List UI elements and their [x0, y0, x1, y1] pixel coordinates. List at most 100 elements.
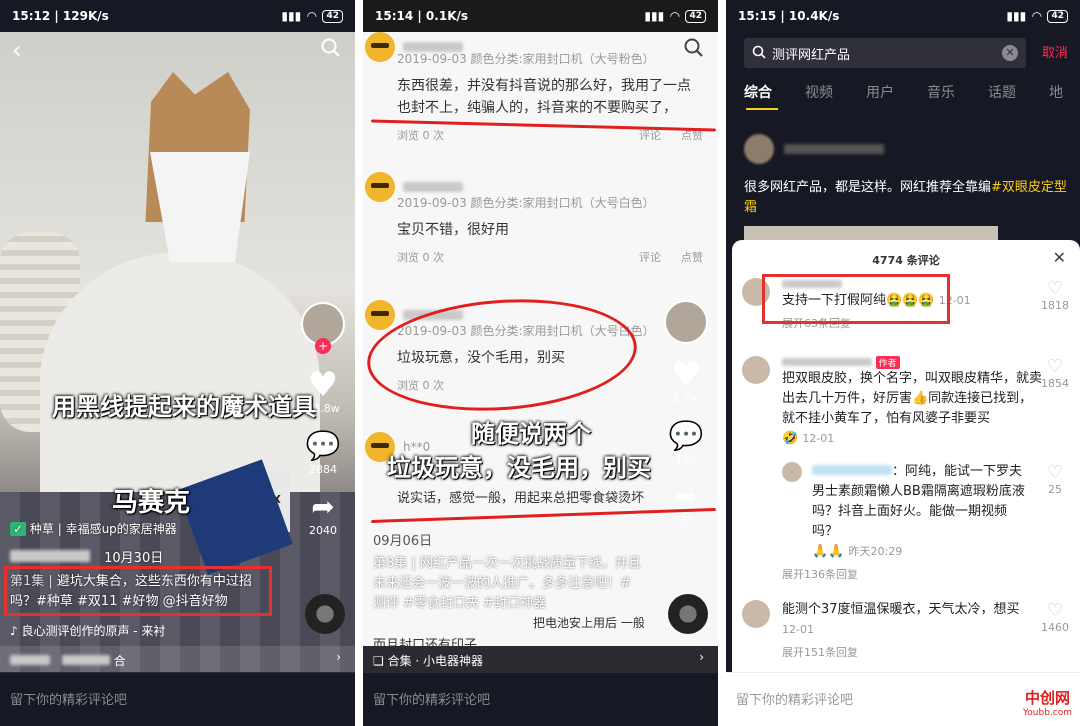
avatar[interactable]: [664, 300, 708, 344]
result-author[interactable]: [744, 134, 884, 164]
close-icon[interactable]: ✕: [1053, 248, 1066, 267]
signal-icon: ▮▮▮: [281, 9, 302, 23]
watermark: 中创网 Youbb.com: [1023, 687, 1072, 718]
comment-count-title: 4774 条评论: [872, 254, 940, 267]
share-count: 33: [679, 514, 693, 527]
collection-bar[interactable]: 合 ›: [0, 646, 355, 674]
wifi-icon: ◠: [1032, 9, 1042, 23]
heart-icon[interactable]: ♡: [1038, 462, 1072, 483]
search-icon[interactable]: [321, 38, 341, 62]
review-comment-button[interactable]: 评论: [639, 249, 661, 265]
collection-suffix: 合: [113, 654, 126, 668]
heart-icon[interactable]: ♡: [1038, 278, 1072, 299]
plant-tag[interactable]: ✓ 种草 | 幸福感up的家居神器: [10, 519, 177, 539]
share-button[interactable]: ➦ 2040: [299, 490, 347, 537]
comment-placeholder: 留下你的精彩评论吧: [373, 693, 491, 708]
comment-time: 12-01: [802, 432, 835, 445]
author-avatar[interactable]: +: [299, 302, 347, 354]
comment-count: 2884: [309, 463, 337, 476]
expand-replies[interactable]: 展开136条回复: [782, 566, 1072, 582]
music-row[interactable]: ♪ 良心测评创作的原声 - 来衬: [10, 622, 165, 639]
like-button[interactable]: ♥ 2.7w: [662, 358, 710, 405]
collection-bar[interactable]: ❏ 合集 · 小电器神器 ›: [363, 646, 718, 674]
avatar[interactable]: [782, 462, 802, 482]
heart-icon[interactable]: ♥: [308, 368, 338, 402]
watermark-text: 中创网: [1024, 689, 1070, 707]
comment-button[interactable]: 💬 2884: [299, 429, 347, 476]
comment-like[interactable]: ♡ 1460: [1038, 600, 1072, 634]
separator: [718, 0, 726, 726]
avatar[interactable]: [744, 134, 774, 164]
user-name-blurred: [403, 182, 463, 192]
tab-location[interactable]: 地: [1049, 82, 1063, 102]
comment-time: 昨天20:29: [848, 545, 903, 558]
avatar[interactable]: [742, 356, 770, 384]
music-disc-icon[interactable]: [305, 594, 345, 634]
music-disc-icon[interactable]: [668, 594, 708, 634]
comment-body: ：阿纯，能试一下罗夫男士素颜霜懒人BB霜隔离遮瑕粉底液吗？抖音上面好火。能做一期…: [812, 464, 1025, 539]
video-overlay-text: 垃圾玩意，没毛用，别买: [387, 454, 651, 482]
author-badge: 作者: [875, 356, 900, 369]
clear-icon[interactable]: ✕: [1002, 45, 1018, 61]
heart-icon[interactable]: ♥: [671, 358, 701, 392]
share-button[interactable]: ➦ 33: [662, 480, 710, 527]
tab-music[interactable]: 音乐: [927, 82, 955, 102]
tab-topics[interactable]: 话题: [988, 82, 1016, 102]
comment-body: 能测个37度恒温保暖衣，天气太冷，想买: [782, 602, 1020, 617]
status-bar: 15:15 | 10.4K/s ▮▮▮ ◠ 42: [726, 0, 1080, 32]
avatar[interactable]: [742, 600, 770, 628]
tab-video[interactable]: 视频: [805, 82, 833, 102]
heart-icon[interactable]: ♡: [1038, 356, 1072, 377]
reply-text: ：阿纯，能试一下罗夫男士素颜霜懒人BB霜隔离遮瑕粉底液吗？抖音上面好火。能做一期…: [812, 462, 1032, 562]
status-icons: ▮▮▮ ◠ 42: [644, 9, 706, 23]
comment-placeholder: 留下你的精彩评论吧: [10, 693, 128, 708]
author-name-blurred: [784, 144, 884, 154]
tab-all[interactable]: 综合: [744, 82, 772, 102]
search-input[interactable]: 测评网红产品 ✕: [744, 38, 1026, 68]
author-name-blurred: [10, 550, 90, 562]
blur-block: [812, 465, 892, 475]
separator: [355, 0, 363, 726]
heart-icon[interactable]: ♡: [1038, 600, 1072, 621]
status-time: 15:14 | 0.1K/s: [375, 9, 469, 23]
phone-screen-2: 15:14 | 0.1K/s ▮▮▮ ◠ 42 ‹ 2019-09-03 颜色分…: [363, 0, 718, 726]
comment-like[interactable]: ♡ 1818: [1038, 278, 1072, 312]
comment-like[interactable]: ♡ 25: [1038, 462, 1072, 496]
comment-input[interactable]: 留下你的精彩评论吧: [0, 672, 355, 726]
like-count: 13.8w: [306, 402, 340, 415]
share-count: 2040: [309, 524, 337, 537]
music-title: ♪ 良心测评创作的原声 - 来衬: [10, 624, 166, 638]
author-avatar[interactable]: [662, 300, 710, 344]
comment-like[interactable]: ♡ 1854: [1038, 356, 1072, 390]
follow-plus-icon[interactable]: +: [315, 338, 331, 354]
comment-input[interactable]: 留下你的精彩评论吧: [363, 672, 718, 726]
collection-name: 合集 · 小电器神器: [387, 654, 484, 668]
comment-bubble-icon[interactable]: 💬: [669, 419, 704, 453]
music-row[interactable]: 把电池安上用后 一般: [533, 614, 645, 631]
like-button[interactable]: ♥ 13.8w: [299, 368, 347, 415]
comment-text: 能测个37度恒温保暖衣，天气太冷，想买 12-01: [782, 600, 1042, 640]
expand-replies[interactable]: 展开151条回复: [782, 644, 1072, 660]
wifi-icon: ◠: [307, 9, 317, 23]
share-arrow-icon[interactable]: ➦: [674, 480, 697, 514]
back-icon[interactable]: ‹: [12, 36, 22, 64]
post-date: 09月06日: [373, 534, 433, 549]
chevron-right-icon: ›: [699, 650, 704, 664]
tab-users[interactable]: 用户: [866, 82, 894, 102]
comment-text: 把双眼皮胶，换个名字，叫双眼皮精华，就卖出去几十万件，好厉害👍同款连接已找到，就…: [782, 369, 1042, 449]
watermark-subtext: Youbb.com: [1022, 708, 1072, 718]
cancel-button[interactable]: 取消: [1042, 42, 1068, 61]
share-arrow-icon[interactable]: ➦: [311, 490, 334, 524]
paper-face: [150, 152, 250, 262]
review-like-button[interactable]: 点赞: [681, 249, 703, 265]
comment-bubble-icon[interactable]: 💬: [306, 429, 341, 463]
review-text: 东西很差，并没有抖音说的那么好，我用了一点也封不上，纯骗人的，抖音来的不要购买了…: [397, 78, 691, 116]
user-avatar: [365, 32, 395, 62]
like-count: 1854: [1041, 377, 1069, 390]
comment-time: 12-01: [782, 623, 814, 636]
comment-button[interactable]: 💬 152: [662, 419, 710, 466]
comment-placeholder: 留下你的精彩评论吧: [736, 693, 854, 708]
like-count: 25: [1048, 483, 1062, 496]
battery-icon: 42: [1047, 9, 1068, 23]
review-item: 2019-09-03 颜色分类:家用封口机（大号白色） 宝贝不错，很好用 浏览 …: [363, 172, 703, 265]
